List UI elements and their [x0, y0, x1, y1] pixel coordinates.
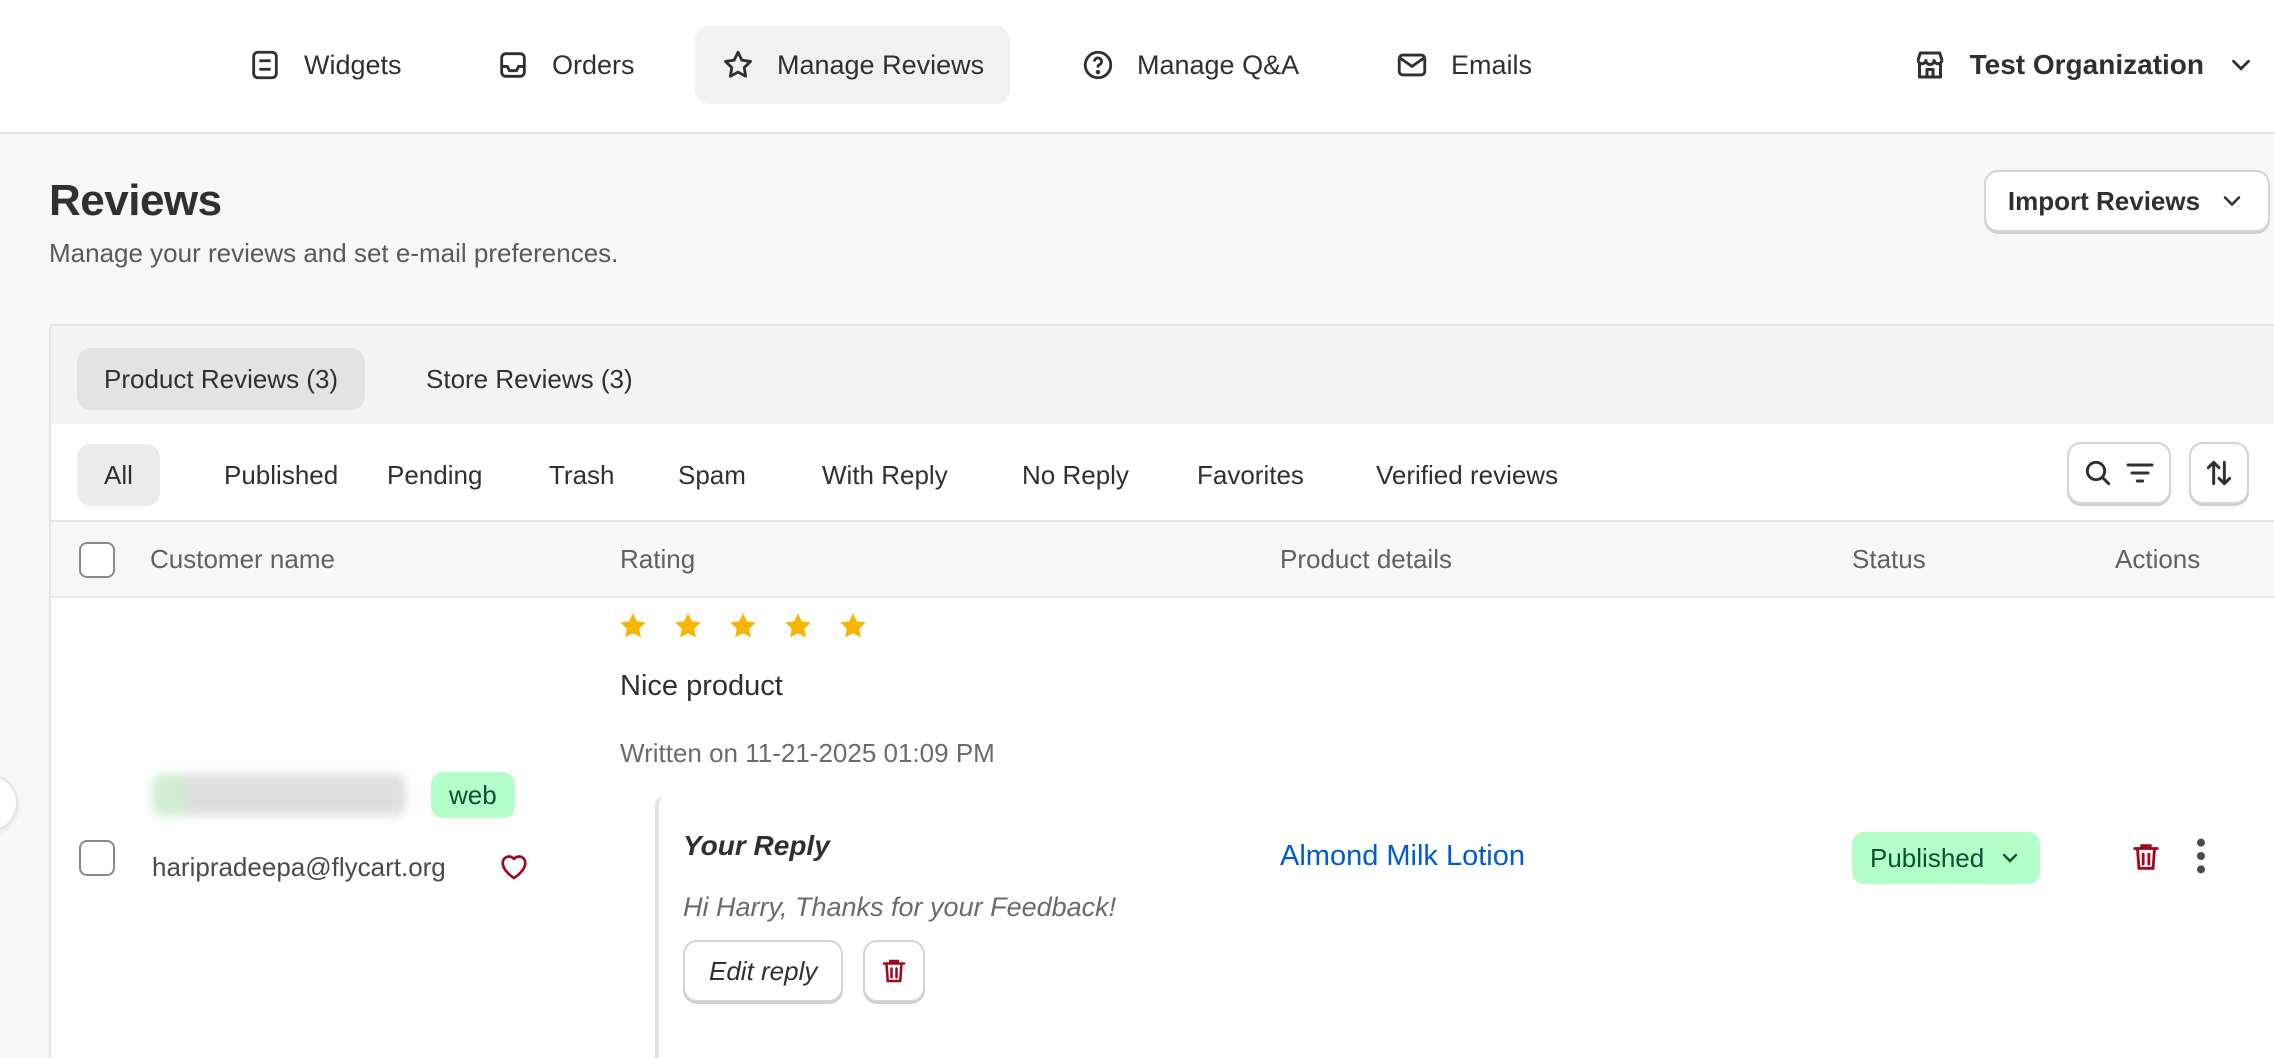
sort-icon — [2206, 460, 2232, 486]
star-icon — [730, 613, 756, 638]
nav-item-label: Emails — [1451, 49, 1533, 80]
reviews-card: Product Reviews (3) Store Reviews (3) Al… — [49, 324, 2274, 1058]
tab-store-reviews[interactable]: Store Reviews (3) — [399, 348, 660, 410]
star-icon — [675, 613, 701, 638]
filter-trash[interactable]: Trash — [522, 444, 642, 506]
star-icon — [724, 50, 752, 78]
status-label: Published — [1870, 842, 1985, 873]
nav-item-label: Orders — [552, 49, 635, 80]
column-product-details: Product details — [1280, 544, 1452, 574]
mail-icon — [1397, 53, 1427, 77]
star-icon — [785, 613, 811, 638]
favorite-heart-icon[interactable] — [495, 848, 533, 884]
nav-item-manage-reviews[interactable]: Manage Reviews — [695, 26, 1011, 104]
trash-icon[interactable] — [2129, 838, 2163, 876]
column-actions: Actions — [2115, 544, 2201, 574]
search-filter-button[interactable] — [2067, 442, 2171, 504]
review-title: Nice product — [620, 670, 783, 702]
column-rating: Rating — [620, 544, 696, 574]
filter-with-reply[interactable]: With Reply — [795, 444, 975, 506]
search-icon — [2085, 460, 2111, 486]
filter-spam[interactable]: Spam — [651, 444, 773, 506]
widgets-icon — [252, 50, 278, 80]
table-header: Customer name Rating Product details Sta… — [51, 522, 2274, 598]
question-circle-icon — [1083, 50, 1113, 80]
org-switcher[interactable]: Test Organization — [1912, 26, 2274, 104]
status-filters: All Published Pending Trash Spam With Re… — [51, 424, 2274, 522]
org-name: Test Organization — [1969, 49, 2204, 80]
nav-item-orders[interactable]: Orders — [470, 26, 661, 104]
top-nav: Widgets Orders Manage Reviews Manage Q&A… — [0, 0, 2274, 134]
filter-lines-icon — [2126, 463, 2154, 483]
star-icon — [840, 613, 866, 638]
filter-favorites[interactable]: Favorites — [1170, 444, 1331, 506]
tab-product-reviews[interactable]: Product Reviews (3) — [77, 348, 366, 410]
reply-text: Hi Harry, Thanks for your Feedback! — [683, 892, 1117, 922]
sort-button[interactable] — [2189, 442, 2249, 504]
delete-reply-button[interactable] — [863, 940, 925, 1002]
page-subtitle: Manage your reviews and set e-mail prefe… — [49, 238, 619, 268]
import-reviews-button[interactable]: Import Reviews — [1984, 170, 2270, 232]
edit-reply-button[interactable]: Edit reply — [683, 940, 844, 1002]
review-type-tabs: Product Reviews (3) Store Reviews (3) — [51, 326, 2274, 424]
source-badge: web — [431, 772, 515, 818]
chevron-down-icon — [2003, 853, 2018, 863]
reply-box: Your Reply Hi Harry, Thanks for your Fee… — [655, 796, 1215, 1058]
review-date: Written on 11-21-2025 01:09 PM — [620, 738, 995, 768]
filter-no-reply[interactable]: No Reply — [995, 444, 1156, 506]
filter-pending[interactable]: Pending — [360, 444, 509, 506]
chevron-down-icon — [2232, 59, 2250, 71]
page-title: Reviews — [49, 176, 222, 225]
nav-item-widgets[interactable]: Widgets — [222, 26, 428, 104]
status-dropdown[interactable]: Published — [1852, 832, 2041, 884]
filter-all[interactable]: All — [77, 444, 160, 506]
store-icon — [1916, 51, 1944, 79]
select-all-checkbox[interactable] — [79, 542, 115, 578]
customer-email: haripradeepa@flycart.org — [152, 852, 446, 882]
nav-item-label: Manage Q&A — [1137, 49, 1300, 80]
row-checkbox[interactable] — [79, 840, 115, 876]
chevron-down-icon — [2223, 196, 2241, 207]
column-customer-name: Customer name — [150, 544, 335, 574]
product-link[interactable]: Almond Milk Lotion — [1280, 840, 1525, 873]
nav-item-label: Widgets — [304, 49, 402, 80]
table-row: web haripradeepa@flycart.org Nice produc… — [51, 598, 2274, 1058]
column-status: Status — [1852, 544, 1926, 574]
filter-published[interactable]: Published — [197, 444, 365, 506]
nav-item-emails[interactable]: Emails — [1369, 26, 1558, 104]
rating-stars — [617, 610, 869, 642]
trash-icon — [882, 959, 906, 983]
nav-item-manage-qa[interactable]: Manage Q&A — [1055, 26, 1325, 104]
inbox-icon — [500, 52, 526, 78]
reply-heading: Your Reply — [683, 830, 830, 861]
nav-item-label: Manage Reviews — [777, 49, 985, 80]
import-reviews-label: Import Reviews — [2007, 185, 2201, 216]
side-panel-handle[interactable] — [0, 774, 18, 832]
star-icon — [620, 613, 646, 638]
customer-name-redacted — [152, 774, 406, 816]
more-vertical-icon[interactable] — [2191, 836, 2211, 876]
filter-verified-reviews[interactable]: Verified reviews — [1349, 444, 1585, 506]
